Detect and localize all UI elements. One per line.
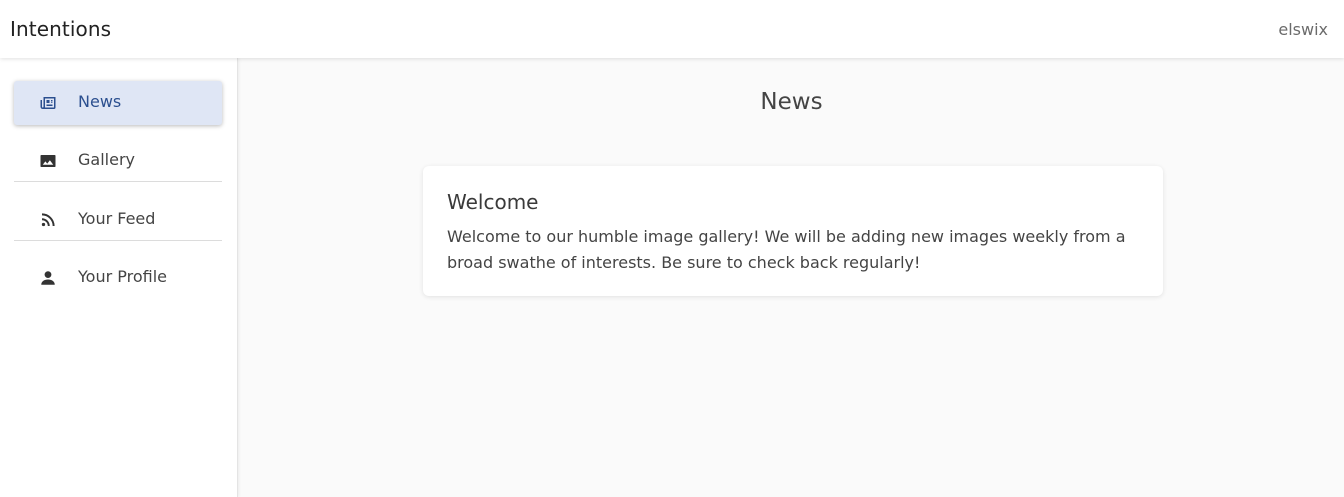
sidebar-divider — [14, 181, 222, 182]
image-icon — [40, 155, 56, 167]
sidebar-item-news[interactable]: News — [14, 81, 222, 125]
person-icon — [41, 271, 55, 285]
sidebar-item-label: Your Feed — [78, 209, 156, 228]
sidebar-item-label: Gallery — [78, 150, 135, 169]
sidebar-divider — [14, 240, 222, 241]
news-card-title: Welcome — [447, 190, 539, 214]
news-card: Welcome Welcome to our humble image gall… — [423, 166, 1163, 296]
sidebar-item-gallery[interactable]: Gallery — [14, 139, 222, 183]
sidebar-item-your-profile[interactable]: Your Profile — [14, 256, 222, 300]
top-app-bar: Intentions elswix — [0, 0, 1344, 58]
news-card-body: Welcome to our humble image gallery! We … — [447, 227, 1126, 272]
user-menu-link[interactable]: elswix — [1278, 20, 1328, 39]
newspaper-icon — [40, 97, 56, 109]
rss-feed-icon — [41, 213, 55, 227]
app-title: Intentions — [10, 17, 112, 41]
sidebar-item-label: News — [78, 92, 122, 111]
page-title: News — [760, 89, 823, 115]
sidebar-item-label: Your Profile — [78, 267, 167, 286]
main-content: News Welcome Welcome to our humble image… — [239, 58, 1344, 497]
sidebar-item-your-feed[interactable]: Your Feed — [14, 198, 222, 242]
sidebar-nav: News Gallery Your Feed Your Profile — [0, 58, 238, 497]
